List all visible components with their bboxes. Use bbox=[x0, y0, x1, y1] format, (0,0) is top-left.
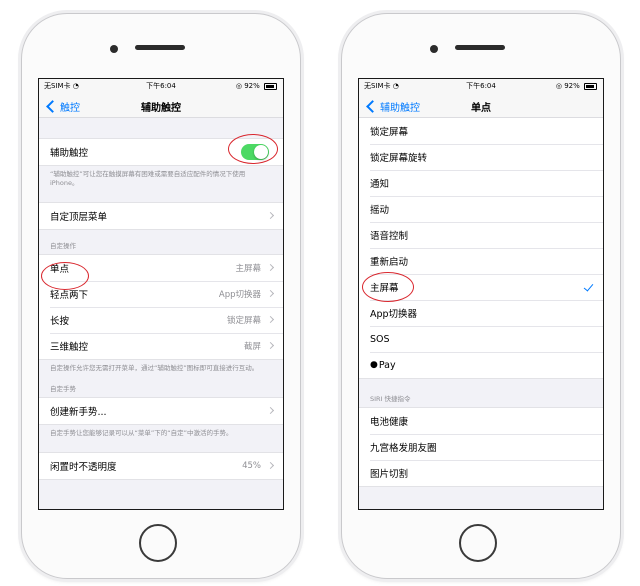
option-label: Pay bbox=[378, 359, 396, 371]
earpiece-speaker bbox=[135, 45, 185, 50]
status-bar: 无SIM卡 ◔ 下午6:04 ◎ 92% bbox=[359, 79, 603, 93]
siri-shortcuts-header: SIRI 快捷指令 bbox=[370, 395, 411, 403]
option-row[interactable]: App切换器 bbox=[359, 300, 603, 326]
assistive-touch-group: 辅助触控 bbox=[39, 138, 283, 166]
action-options-group: 锁定屏幕 锁定屏幕旋转 通知 摇动 语音控制 重新启动 主屏幕 App切换器 S… bbox=[359, 118, 603, 379]
chevron-right-icon bbox=[266, 290, 275, 298]
assistive-touch-footer: “辅助触控”可让您在触摸屏幕有困难或需要自适应配件的情况下使用iPhone。 bbox=[50, 170, 246, 188]
customize-top-menu-row[interactable]: 自定顶层菜单 bbox=[39, 203, 283, 230]
action-value: App切换器 bbox=[218, 290, 261, 301]
battery-status: ◎ 92% bbox=[556, 79, 597, 93]
chevron-right-icon bbox=[266, 407, 275, 415]
shortcut-row[interactable]: 九宫格发朋友圈 bbox=[359, 434, 603, 460]
action-label: 长按 bbox=[50, 316, 70, 328]
option-row[interactable]: SOS bbox=[359, 326, 603, 352]
option-row[interactable]: 锁定屏幕旋转 bbox=[359, 144, 603, 170]
custom-gestures-header: 自定手势 bbox=[50, 385, 76, 394]
chevron-right-icon bbox=[266, 462, 275, 470]
option-label: 锁定屏幕 bbox=[370, 127, 409, 138]
shortcut-row[interactable]: 图片切割 bbox=[359, 460, 603, 486]
idle-opacity-group: 闲置时不透明度 45% bbox=[39, 452, 283, 481]
option-row[interactable]: 重新启动 bbox=[359, 248, 603, 274]
left-screen: 无SIM卡 ◔ 下午6:04 ◎ 92% 触控 辅助触控 辅助触控 “辅助触控”… bbox=[38, 78, 284, 510]
right-screen: 无SIM卡 ◔ 下午6:04 ◎ 92% 辅助触控 单点 锁定屏幕 锁定屏幕旋转… bbox=[358, 78, 604, 510]
action-value: 主屏幕 bbox=[235, 264, 261, 275]
checkmark-icon bbox=[583, 281, 594, 292]
action-row-long-press[interactable]: 长按 锁定屏幕 bbox=[39, 307, 283, 334]
option-label: 锁定屏幕旋转 bbox=[370, 153, 428, 164]
customize-menu-group: 自定顶层菜单 bbox=[39, 202, 283, 231]
idle-opacity-row[interactable]: 闲置时不透明度 45% bbox=[39, 453, 283, 480]
battery-percent: 92% bbox=[564, 82, 580, 90]
option-label: App切换器 bbox=[370, 309, 418, 320]
shortcut-label: 电池健康 bbox=[370, 417, 409, 428]
siri-shortcuts-group: 电池健康 九宫格发朋友圈 图片切割 bbox=[359, 407, 603, 487]
option-row-home-screen[interactable]: 主屏幕 bbox=[359, 274, 603, 300]
assistive-touch-toggle[interactable] bbox=[241, 144, 269, 160]
shortcut-label: 图片切割 bbox=[370, 469, 409, 480]
rotation-lock-icon: ◎ bbox=[555, 82, 562, 90]
create-gesture-label: 创建新手势... bbox=[50, 407, 107, 419]
custom-actions-group: 单点 主屏幕 轻点两下 App切换器 长按 锁定屏幕 三维触控 截屏 bbox=[39, 254, 283, 361]
front-camera bbox=[430, 45, 438, 53]
chevron-right-icon bbox=[266, 212, 275, 220]
action-row-single-tap[interactable]: 单点 主屏幕 bbox=[39, 255, 283, 282]
right-phone: 无SIM卡 ◔ 下午6:04 ◎ 92% 辅助触控 单点 锁定屏幕 锁定屏幕旋转… bbox=[341, 13, 621, 579]
assistive-touch-label: 辅助触控 bbox=[50, 148, 89, 159]
battery-status: ◎ 92% bbox=[236, 79, 277, 93]
battery-icon bbox=[584, 82, 597, 90]
front-camera bbox=[110, 45, 118, 53]
create-new-gesture-row[interactable]: 创建新手势... bbox=[39, 398, 283, 425]
option-label: 通知 bbox=[370, 179, 390, 190]
custom-gestures-group: 创建新手势... bbox=[39, 397, 283, 426]
shortcut-label: 九宫格发朋友圈 bbox=[370, 443, 437, 454]
home-button[interactable] bbox=[139, 524, 177, 562]
action-row-3d-touch[interactable]: 三维触控 截屏 bbox=[39, 333, 283, 360]
option-label: 语音控制 bbox=[370, 231, 409, 242]
option-label: 重新启动 bbox=[370, 257, 409, 268]
apple-logo-icon: ● bbox=[370, 360, 378, 370]
action-label: 三维触控 bbox=[50, 342, 89, 354]
option-row-apple-pay[interactable]: ● Pay bbox=[359, 352, 603, 378]
home-button[interactable] bbox=[459, 524, 497, 562]
option-row[interactable]: 语音控制 bbox=[359, 222, 603, 248]
customize-menu-label: 自定顶层菜单 bbox=[50, 212, 108, 224]
option-row[interactable]: 摇动 bbox=[359, 196, 603, 222]
custom-gestures-footer: 自定手势让您能够记录可以从“菜单”下的“自定”中激活的手势。 bbox=[50, 429, 233, 438]
idle-opacity-label: 闲置时不透明度 bbox=[50, 462, 117, 474]
option-row[interactable]: 锁定屏幕 bbox=[359, 118, 603, 144]
navigation-bar: 辅助触控 单点 bbox=[359, 93, 603, 118]
status-bar: 无SIM卡 ◔ 下午6:04 ◎ 92% bbox=[39, 79, 283, 93]
assistive-touch-row: 辅助触控 bbox=[39, 139, 283, 165]
option-row[interactable]: 通知 bbox=[359, 170, 603, 196]
earpiece-speaker bbox=[455, 45, 505, 50]
chevron-right-icon bbox=[266, 342, 275, 350]
action-value: 锁定屏幕 bbox=[226, 316, 261, 327]
page-title: 辅助触控 bbox=[141, 103, 181, 114]
rotation-lock-icon: ◎ bbox=[235, 82, 242, 90]
option-label: 主屏幕 bbox=[370, 283, 399, 294]
shortcut-row[interactable]: 电池健康 bbox=[359, 408, 603, 434]
idle-opacity-value: 45% bbox=[242, 461, 261, 472]
action-value: 截屏 bbox=[243, 342, 261, 353]
chevron-right-icon bbox=[266, 264, 275, 272]
custom-actions-footer: 自定操作允许您无需打开菜单，通过“辅助触控”图标即可直接进行互动。 bbox=[50, 364, 259, 373]
left-phone: 无SIM卡 ◔ 下午6:04 ◎ 92% 触控 辅助触控 辅助触控 “辅助触控”… bbox=[21, 13, 301, 579]
battery-percent: 92% bbox=[244, 82, 260, 90]
action-label: 轻点两下 bbox=[50, 290, 89, 302]
chevron-right-icon bbox=[266, 316, 275, 324]
option-label: SOS bbox=[370, 333, 390, 345]
action-row-double-tap[interactable]: 轻点两下 App切换器 bbox=[39, 281, 283, 308]
page-title: 单点 bbox=[471, 103, 491, 114]
action-label: 单点 bbox=[50, 264, 70, 276]
battery-icon bbox=[264, 82, 277, 90]
navigation-bar: 触控 辅助触控 bbox=[39, 93, 283, 118]
option-label: 摇动 bbox=[370, 205, 390, 216]
custom-actions-header: 自定操作 bbox=[50, 242, 76, 251]
